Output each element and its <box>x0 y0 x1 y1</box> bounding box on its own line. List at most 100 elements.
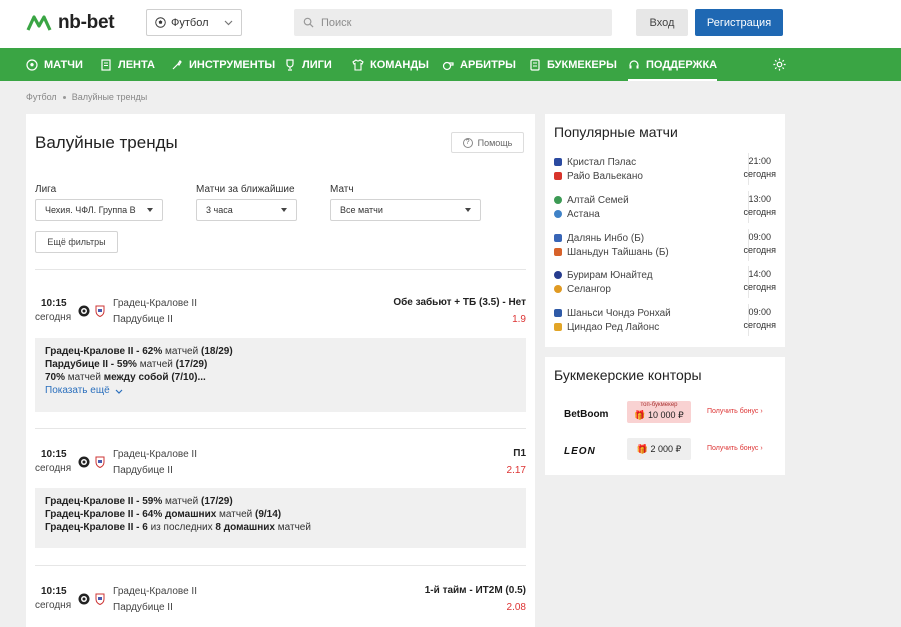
popular-match-row[interactable]: Кристал Пэлас Райо Вальекано 21:00 сегодн… <box>554 153 777 185</box>
team-name: Селангор <box>567 283 611 295</box>
breadcrumb-current: Валуйные тренды <box>71 92 148 102</box>
search-icon <box>303 17 314 28</box>
nav-item-leagues[interactable]: ЛИГИ <box>284 48 332 81</box>
trend-match-row[interactable]: 10:15 сегодня Градец-Кралове II Пардубиц… <box>35 297 526 328</box>
team-name: Кристал Пэлас <box>567 156 637 168</box>
divider <box>35 428 526 429</box>
match-day: сегодня <box>743 207 777 217</box>
breadcrumb-link-football[interactable]: Футбол <box>26 92 57 102</box>
nav-label: БУКМЕКЕРЫ <box>547 58 617 71</box>
home-team-name: Градец-Кралове II <box>113 586 197 597</box>
popular-match-row[interactable]: Бурирам Юнайтед Селангор 14:00 сегодня <box>554 266 776 298</box>
upcoming-select[interactable]: 3 часа <box>196 199 297 221</box>
match-day: сегодня <box>35 463 72 474</box>
team-name: Райо Вальекано <box>567 170 643 182</box>
away-team-crest-icon <box>95 456 105 468</box>
divider <box>35 269 526 270</box>
sport-select[interactable]: Футбол <box>146 9 242 36</box>
top-header: nb-bet Футбол Вход Регистрация <box>0 0 901 48</box>
headset-icon <box>629 59 639 68</box>
login-button[interactable]: Вход <box>636 9 688 36</box>
popular-match-row[interactable]: Далянь Инбо (Б) Шаньдун Тайшань (Б) 09:0… <box>554 229 777 261</box>
divider <box>35 565 526 566</box>
top-bookmaker-tag: топ-букмекер <box>640 402 678 408</box>
team-crest-icon <box>554 248 562 256</box>
nav-label: ЛИГИ <box>302 58 332 71</box>
logo-mark-icon <box>26 15 52 31</box>
trend-line: Пардубице II - 59% матчей (17/29) <box>45 359 208 370</box>
nav-item-referees[interactable]: АРБИТРЫ <box>442 48 516 81</box>
match-select[interactable]: Все матчи <box>330 199 481 221</box>
bet-odds[interactable]: 2.17 <box>507 465 526 476</box>
nav-item-tools[interactable]: ИНСТРУМЕНТЫ <box>171 48 275 81</box>
team-name: Астана <box>567 208 600 220</box>
team-name: Шаньдун Тайшань (Б) <box>567 246 669 258</box>
nav-label: ИНСТРУМЕНТЫ <box>189 58 276 71</box>
sport-select-value: Футбол <box>171 16 209 29</box>
trend-match-row[interactable]: 10:15 сегодня Градец-Кралове II Пардубиц… <box>35 448 526 479</box>
match-day: сегодня <box>743 169 777 179</box>
chevron-right-icon: › <box>760 445 763 452</box>
bet-odds[interactable]: 2.08 <box>507 602 526 613</box>
popular-matches-panel: Популярные матчи Кристал Пэлас Райо Валь… <box>545 114 785 347</box>
show-more-link[interactable]: Показать ещё <box>45 384 516 398</box>
search-input[interactable] <box>321 16 601 29</box>
upcoming-select-value: 3 часа <box>206 205 233 215</box>
trend-match-row[interactable]: 10:15 сегодня Градец-Кралове II Пардубиц… <box>35 585 526 616</box>
trend-line: 70% матчей между собой (7/10)... <box>45 372 206 383</box>
home-team-name: Градец-Кралове II <box>113 449 197 460</box>
site-logo[interactable]: nb-bet <box>26 12 115 34</box>
trophy-icon <box>286 58 294 71</box>
match-select-value: Все матчи <box>340 205 383 215</box>
shirt-icon <box>352 58 364 71</box>
bookmaker-logo: LEON <box>564 446 596 457</box>
team-name: Бурирам Юнайтед <box>567 269 653 281</box>
league-filter-label: Лига <box>35 184 57 195</box>
team-crest-icon <box>554 158 562 166</box>
get-bonus-link[interactable]: Получить бонус › <box>707 445 763 452</box>
home-team-crest-icon <box>78 593 90 605</box>
gear-icon[interactable] <box>772 57 787 72</box>
trend-stats-box: Градец-Кралове II - 59% матчей (17/29) Г… <box>35 488 526 548</box>
bet-odds[interactable]: 1.9 <box>512 314 526 325</box>
team-crest-icon <box>554 285 562 293</box>
nav-item-feed[interactable]: ЛЕНТА <box>100 48 155 81</box>
team-crest-icon <box>554 271 562 279</box>
match-time: 09:00 <box>748 307 772 317</box>
away-team-name: Пардубице II <box>113 465 173 476</box>
register-button[interactable]: Регистрация <box>695 9 783 36</box>
nav-item-matches[interactable]: МАТЧИ <box>26 48 83 81</box>
dropdown-arrow-icon <box>465 208 471 212</box>
match-time: 10:15 <box>41 449 67 460</box>
dropdown-arrow-icon <box>147 208 153 212</box>
match-time: 13:00 <box>748 194 772 204</box>
tools-icon <box>172 59 182 69</box>
popular-match-row[interactable]: Алтай Семей Астана 13:00 сегодня <box>554 191 777 223</box>
team-name: Алтай Семей <box>567 194 629 206</box>
nav-item-support[interactable]: ПОДДЕРЖКА <box>628 48 718 81</box>
nav-item-bookmakers[interactable]: БУКМЕКЕРЫ <box>529 48 617 81</box>
bonus-amount: 🎁 10 000 ₽ <box>634 410 684 420</box>
league-select[interactable]: Чехия. ЧФЛ. Группа B <box>35 199 163 221</box>
popular-matches-title: Популярные матчи <box>554 124 678 140</box>
bonus-badge: 🎁 2 000 ₽ <box>627 438 691 460</box>
logo-text: nb-bet <box>58 12 115 33</box>
team-crest-icon <box>554 196 562 204</box>
match-start: 09:00 сегодня <box>744 231 777 257</box>
gift-icon: 🎁 <box>634 410 648 420</box>
popular-match-row[interactable]: Шаньси Чондэ Ронхай Циндао Ред Лайонс 09… <box>554 304 776 336</box>
value-trends-panel: Валуйные тренды ? Помощь Лига Чехия. ЧФЛ… <box>26 114 535 627</box>
bet-market: П1 <box>513 448 526 459</box>
bookmaker-row[interactable]: LEON 🎁 2 000 ₽ Получить бонус › <box>554 438 776 466</box>
get-bonus-link[interactable]: Получить бонус › <box>707 408 763 415</box>
trend-line: Градец-Кралове II - 6 из последних 8 дом… <box>45 522 311 533</box>
match-time: 21:00 <box>748 156 772 166</box>
bookmaker-row[interactable]: BetBoom топ-букмекер 🎁 10 000 ₽ Получить… <box>554 401 776 429</box>
nav-item-teams[interactable]: КОМАНДЫ <box>352 48 429 81</box>
bookmaker-logo: BetBoom <box>564 409 609 420</box>
help-button[interactable]: ? Помощь <box>451 132 524 153</box>
question-icon: ? <box>462 137 473 148</box>
nav-label: МАТЧИ <box>44 58 83 71</box>
more-filters-button[interactable]: Ещё фильтры <box>35 231 118 253</box>
trend-line: Градец-Кралове II - 64% домашних матчей … <box>45 509 282 520</box>
